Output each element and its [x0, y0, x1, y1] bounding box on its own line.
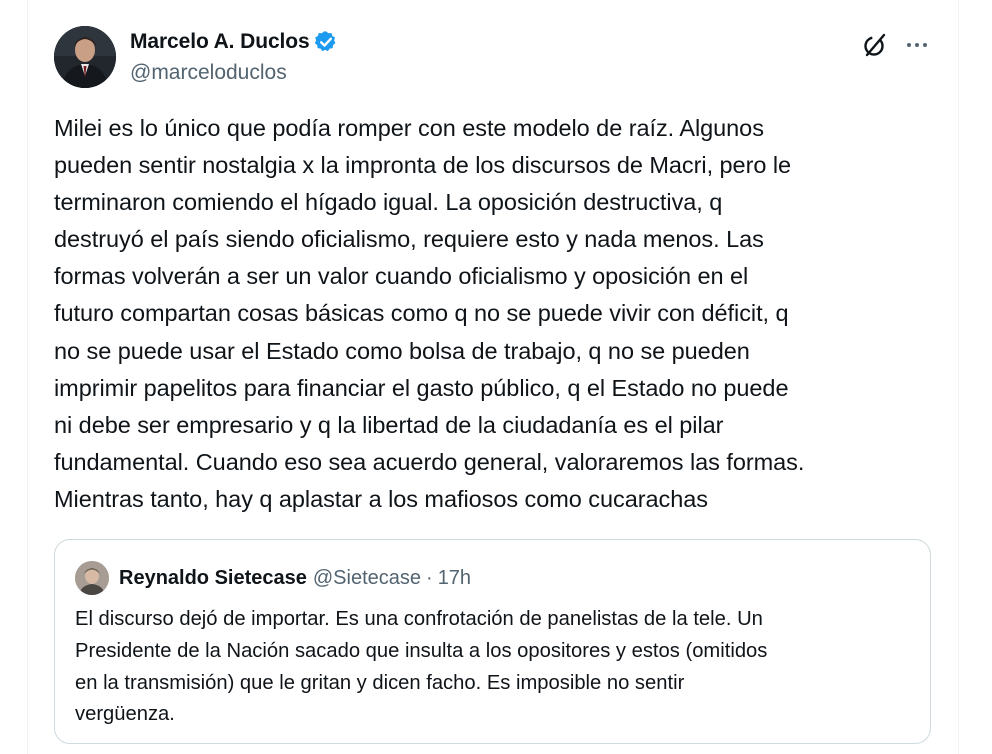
- quoted-tweet-text: El discurso dejó de importar. Es una con…: [75, 608, 768, 726]
- quoted-display-name[interactable]: Reynaldo Sietecase: [119, 567, 307, 590]
- profile-photo-icon: [54, 26, 116, 88]
- author-identity: Marcelo A. Duclos @marceloduclos: [130, 28, 338, 86]
- tweet-page: Marcelo A. Duclos @marceloduclos Milei e…: [0, 0, 992, 754]
- tweet-body-text: Milei es lo único que podía romper con e…: [54, 115, 805, 512]
- verified-badge-icon[interactable]: [314, 30, 338, 54]
- author-display-name[interactable]: Marcelo A. Duclos: [130, 30, 310, 54]
- quoted-avatar[interactable]: [75, 561, 109, 595]
- timeline-border-left: [27, 0, 28, 754]
- timeline-border-right: [958, 0, 959, 754]
- avatar[interactable]: [54, 26, 116, 88]
- quoted-handle[interactable]: @Sietecase: [313, 567, 421, 590]
- quoted-separator: ·: [426, 566, 433, 589]
- more-options-icon[interactable]: [902, 30, 932, 60]
- more-dot: [923, 43, 927, 47]
- quoted-profile-photo-icon: [75, 561, 109, 595]
- grok-icon[interactable]: [862, 32, 888, 58]
- author-handle[interactable]: @marceloduclos: [130, 60, 338, 86]
- quoted-tweet-header: Reynaldo Sietecase @Sietecase · 17h: [75, 560, 471, 596]
- author-name-row: Marcelo A. Duclos: [130, 28, 338, 56]
- tweet-header: Marcelo A. Duclos @marceloduclos: [54, 26, 942, 90]
- more-dot: [915, 43, 919, 47]
- quoted-timestamp[interactable]: 17h: [438, 567, 471, 590]
- quoted-tweet-card[interactable]: Reynaldo Sietecase @Sietecase · 17h El d…: [54, 539, 931, 744]
- more-dot: [907, 43, 911, 47]
